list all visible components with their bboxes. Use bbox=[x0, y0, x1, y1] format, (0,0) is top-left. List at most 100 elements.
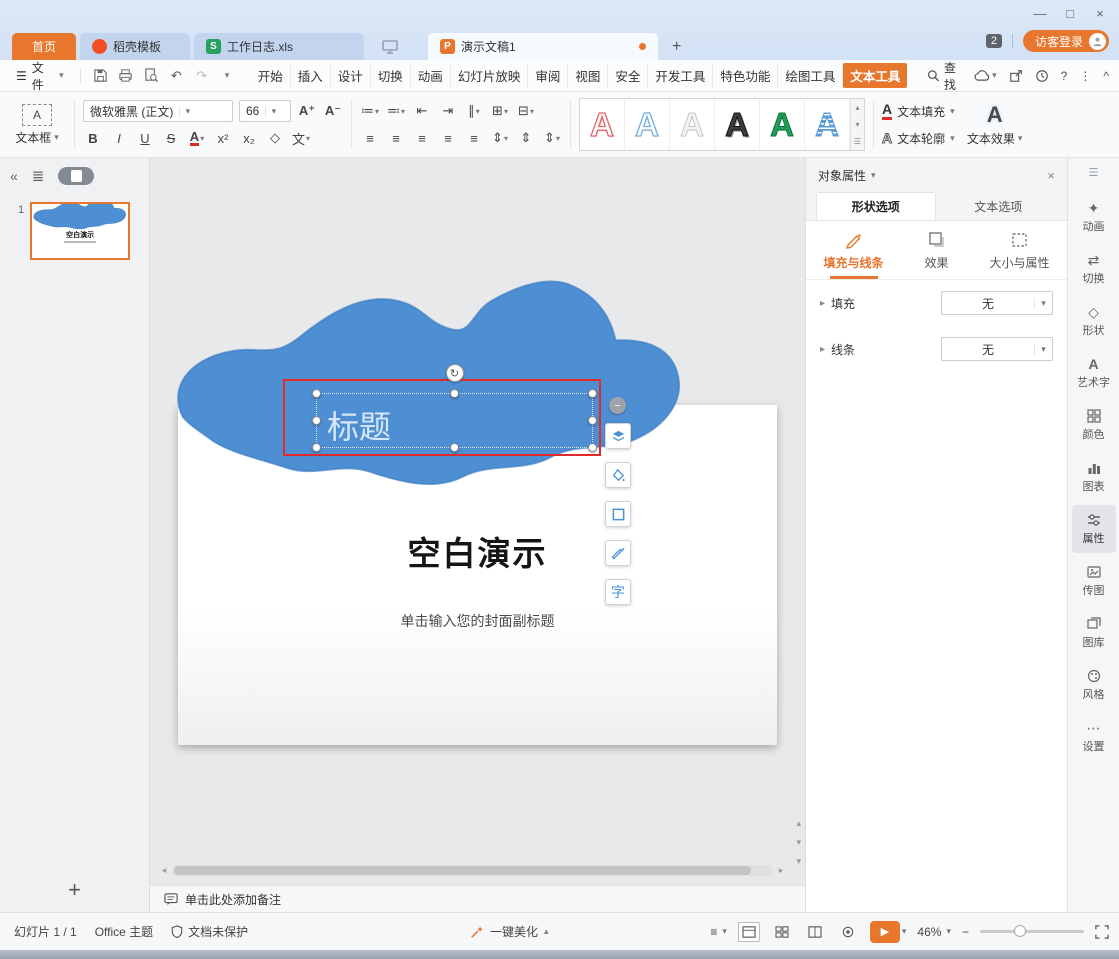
rail-settings[interactable]: ⋯ 设置 bbox=[1072, 713, 1116, 761]
resize-handle-bottom-right[interactable] bbox=[588, 443, 597, 452]
bullet-list-button[interactable]: ≔▾ bbox=[360, 101, 380, 121]
slide-thumbnail[interactable]: 空白演示 bbox=[30, 202, 130, 260]
subscript-button[interactable]: x₂ bbox=[239, 128, 259, 148]
next-slide-icon[interactable]: ▾ bbox=[796, 856, 801, 867]
outline-view-icon[interactable]: ≣ bbox=[32, 167, 45, 185]
menu-security[interactable]: 安全 bbox=[608, 63, 648, 88]
notes-toggle[interactable]: ≡ ▾ bbox=[710, 925, 727, 939]
theme-name[interactable]: Office 主题 bbox=[95, 923, 153, 940]
tab-shape-options[interactable]: 形状选项 bbox=[816, 192, 936, 220]
scroll-left-icon[interactable]: ◂ bbox=[158, 865, 170, 876]
rail-drag-handle[interactable]: ☰ bbox=[1089, 166, 1099, 179]
properties-dropdown-icon[interactable]: ▾ bbox=[871, 170, 876, 181]
menu-design[interactable]: 设计 bbox=[331, 63, 371, 88]
font-name-combobox[interactable]: 微软雅黑 (正文) ▾ bbox=[83, 100, 233, 122]
resize-handle-bottom-middle[interactable] bbox=[450, 443, 459, 452]
fill-expand-icon[interactable]: ▸ bbox=[820, 298, 825, 309]
rail-transition[interactable]: ⇄ 切换 bbox=[1072, 245, 1116, 293]
wordart-style-1[interactable]: A bbox=[580, 99, 625, 150]
wordart-style-4[interactable]: A bbox=[715, 99, 760, 150]
bold-button[interactable]: B bbox=[83, 128, 103, 148]
rail-wordart[interactable]: A 艺术字 bbox=[1072, 349, 1116, 397]
maximize-button[interactable]: □ bbox=[1063, 6, 1077, 21]
rail-shape[interactable]: ◇ 形状 bbox=[1072, 297, 1116, 345]
wordart-style-5[interactable]: A bbox=[760, 99, 805, 150]
slide-sorter-view-button[interactable] bbox=[771, 922, 793, 942]
cloud-sync-icon[interactable]: ▾ bbox=[973, 69, 997, 82]
decrease-indent-button[interactable]: ⇤ bbox=[412, 101, 432, 121]
layers-button[interactable] bbox=[605, 423, 631, 449]
save-icon[interactable] bbox=[91, 66, 110, 86]
add-slide-button[interactable]: + bbox=[0, 868, 149, 912]
line-spacing-button[interactable]: ⇕▾ bbox=[490, 128, 510, 148]
resize-handle-top-middle[interactable] bbox=[450, 389, 459, 398]
zoom-percent[interactable]: 46% ▾ bbox=[917, 925, 951, 939]
text-fill-button[interactable]: A 文本填充 ▾ bbox=[882, 99, 955, 123]
close-button[interactable]: × bbox=[1093, 6, 1107, 21]
clear-format-button[interactable]: ◇ bbox=[265, 128, 285, 148]
zoom-out-button[interactable]: − bbox=[962, 925, 969, 939]
distribute-button[interactable]: ≡ bbox=[464, 128, 484, 148]
tab-home[interactable]: 首页 bbox=[12, 33, 76, 60]
category-fill-line[interactable]: 填充与线条 bbox=[822, 231, 886, 279]
print-preview-icon[interactable] bbox=[141, 66, 160, 86]
resize-handle-top-left[interactable] bbox=[312, 389, 321, 398]
notes-bar[interactable]: 单击此处添加备注 bbox=[150, 885, 805, 912]
increase-font-button[interactable]: A⁺ bbox=[297, 101, 317, 121]
rail-color[interactable]: 颜色 bbox=[1072, 401, 1116, 449]
text-spacing-button[interactable]: ⇕▾ bbox=[542, 128, 562, 148]
collapse-ribbon-icon[interactable]: ^ bbox=[1103, 69, 1109, 83]
rail-animation[interactable]: ✦ 动画 bbox=[1072, 193, 1116, 241]
normal-view-button[interactable] bbox=[738, 922, 760, 942]
collapse-panel-icon[interactable]: « bbox=[10, 168, 18, 184]
minimize-button[interactable]: — bbox=[1033, 6, 1047, 21]
numbered-list-button[interactable]: ≕▾ bbox=[386, 101, 406, 121]
tab-spreadsheet[interactable]: S 工作日志.xls bbox=[194, 33, 364, 60]
zoom-slider-knob[interactable] bbox=[1014, 925, 1026, 937]
close-panel-icon[interactable]: × bbox=[1047, 168, 1055, 183]
tab-presentation-active[interactable]: P 演示文稿1 bbox=[428, 33, 658, 60]
play-options-icon[interactable]: ▾ bbox=[902, 926, 907, 937]
quick-action-button[interactable]: − bbox=[609, 397, 626, 414]
document-count-badge[interactable]: 2 bbox=[986, 34, 1002, 48]
menu-text-tools-active[interactable]: 文本工具 bbox=[843, 63, 907, 88]
font-format-button[interactable]: 字 bbox=[605, 579, 631, 605]
underline-button[interactable]: U bbox=[135, 128, 155, 148]
guest-login-button[interactable]: 访客登录 bbox=[1023, 30, 1109, 52]
slide-main-title[interactable]: 空白演示 bbox=[178, 527, 777, 575]
text-effect-button[interactable]: A 文本效果 ▾ bbox=[963, 96, 1027, 153]
history-icon[interactable] bbox=[1035, 69, 1049, 83]
line-expand-icon[interactable]: ▸ bbox=[820, 344, 825, 355]
projector-view-button[interactable] bbox=[837, 922, 859, 942]
rotate-handle[interactable]: ↻ bbox=[446, 364, 464, 382]
wordart-style-3[interactable]: A bbox=[670, 99, 715, 150]
rail-gallery[interactable]: 图库 bbox=[1072, 609, 1116, 657]
columns-button[interactable]: ⊞▾ bbox=[490, 101, 510, 121]
resize-handle-middle-right[interactable] bbox=[588, 416, 597, 425]
fill-color-button[interactable] bbox=[605, 462, 631, 488]
menu-insert[interactable]: 插入 bbox=[291, 63, 331, 88]
outline-style-button[interactable] bbox=[605, 501, 631, 527]
tab-text-options[interactable]: 文本选项 bbox=[940, 192, 1058, 220]
tab-docer-templates[interactable]: 稻壳模板 bbox=[80, 33, 190, 60]
menu-animation[interactable]: 动画 bbox=[411, 63, 451, 88]
beautify-button[interactable]: 一键美化 ▴ bbox=[470, 913, 549, 950]
menu-slideshow[interactable]: 幻灯片放映 bbox=[451, 63, 529, 88]
reading-view-button[interactable] bbox=[804, 922, 826, 942]
category-effect[interactable]: 效果 bbox=[905, 231, 969, 279]
menu-start[interactable]: 开始 bbox=[251, 63, 291, 88]
align-right-button[interactable]: ≡ bbox=[412, 128, 432, 148]
paragraph-spacing-button[interactable]: ⇕ bbox=[516, 128, 536, 148]
textbox-tool[interactable]: A 文本框 ▾ bbox=[8, 96, 66, 153]
slide-canvas[interactable]: 空白演示 单击输入您的封面副标题 标题 ↻ bbox=[150, 158, 805, 885]
more-options-icon[interactable]: ⋮ bbox=[1079, 69, 1091, 83]
help-icon[interactable]: ? bbox=[1061, 69, 1068, 83]
align-left-button[interactable]: ≡ bbox=[360, 128, 380, 148]
italic-button[interactable]: I bbox=[109, 128, 129, 148]
style-brush-button[interactable] bbox=[605, 540, 631, 566]
text-direction-button[interactable]: ∥▾ bbox=[464, 101, 484, 121]
slideshow-play-button[interactable]: ▶ bbox=[870, 921, 900, 943]
scrollbar-thumb[interactable] bbox=[174, 866, 751, 875]
justify-button[interactable]: ≡ bbox=[438, 128, 458, 148]
menu-review[interactable]: 审阅 bbox=[528, 63, 568, 88]
